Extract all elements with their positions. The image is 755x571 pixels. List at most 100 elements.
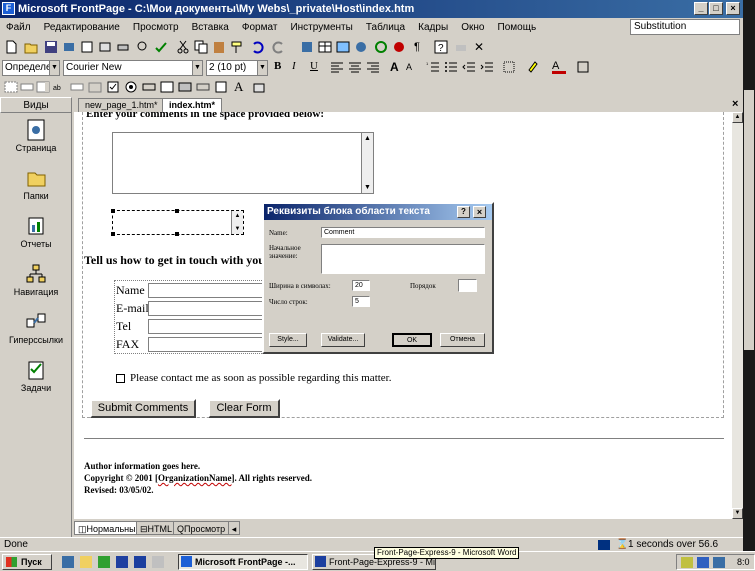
tab-new-page[interactable]: new_page_1.htm* — [78, 98, 165, 112]
label-icon[interactable]: ab — [52, 80, 66, 94]
align-center-icon[interactable] — [348, 60, 362, 74]
tab-html[interactable]: ⊟HTML — [136, 521, 177, 535]
word-quick-icon[interactable] — [134, 556, 146, 568]
style-button[interactable]: Style... — [269, 333, 307, 347]
print-icon[interactable] — [116, 40, 130, 54]
contact-checkbox[interactable] — [116, 374, 125, 383]
scroll-up-icon[interactable]: ▲ — [232, 211, 243, 221]
insert-picture-icon[interactable] — [336, 40, 350, 54]
scrollbar[interactable]: ▲ ▼ — [361, 133, 373, 193]
close-toolbar-icon[interactable]: ✕ — [474, 40, 488, 54]
scroll-down-icon[interactable]: ▼ — [362, 182, 373, 193]
menu-help[interactable]: Помощь — [498, 22, 537, 33]
picture-field-icon[interactable] — [160, 80, 174, 94]
show-all-icon[interactable]: ¶ — [414, 40, 428, 54]
spelling-icon[interactable] — [154, 40, 168, 54]
push-button-icon[interactable] — [142, 80, 156, 94]
close-document-icon[interactable]: × — [732, 98, 738, 110]
textbox-icon[interactable] — [20, 80, 34, 94]
scrolling-textbox-icon[interactable] — [36, 80, 50, 94]
tab-normal[interactable]: ◫Нормальный — [74, 521, 145, 535]
folder-list-icon[interactable] — [80, 40, 94, 54]
rows-field[interactable]: 5 — [352, 296, 370, 307]
menu-window[interactable]: Окно — [461, 22, 484, 33]
frontpage-quick-icon[interactable] — [116, 556, 128, 568]
menu-file[interactable]: Файл — [6, 22, 31, 33]
align-right-icon[interactable] — [366, 60, 380, 74]
comments-textarea[interactable]: ▲ ▼ — [112, 132, 374, 194]
format-painter-icon[interactable] — [230, 40, 244, 54]
tab-preview[interactable]: QПросмотр — [173, 521, 230, 535]
toolbar-extra-icon[interactable] — [454, 40, 468, 54]
new-page-icon[interactable] — [4, 40, 18, 54]
bold-icon[interactable]: B — [274, 60, 288, 74]
font-size-combo[interactable]: 2 (10 pt) ▼ — [206, 60, 268, 76]
scroll-down-icon[interactable]: ▼ — [232, 224, 243, 234]
style-combo[interactable]: Определени ▼ — [2, 60, 60, 76]
tray-icon[interactable] — [681, 557, 693, 568]
minimize-button[interactable]: _ — [694, 2, 708, 15]
image-field-icon[interactable] — [178, 80, 192, 94]
form-extra-icon[interactable] — [252, 80, 266, 94]
copy-icon[interactable] — [194, 40, 208, 54]
advanced-button-icon[interactable] — [196, 80, 210, 94]
order-field[interactable] — [458, 279, 477, 292]
menu-format[interactable]: Формат — [242, 22, 278, 33]
view-page[interactable]: Страница — [2, 117, 70, 167]
misc-quick-icon[interactable] — [152, 556, 164, 568]
cancel-button[interactable]: Отмена — [440, 333, 485, 347]
refresh-icon[interactable] — [374, 40, 388, 54]
border-icon[interactable] — [502, 60, 516, 74]
ie-icon[interactable] — [62, 556, 74, 568]
bulleted-list-icon[interactable] — [444, 60, 458, 74]
task-frontpage[interactable]: Microsoft FrontPage -... — [178, 554, 308, 570]
checkbox-icon[interactable] — [106, 80, 120, 94]
view-tasks[interactable]: Задачи — [2, 357, 70, 407]
substitution-combo[interactable]: Substitution — [630, 19, 740, 35]
insert-component-icon[interactable] — [300, 40, 314, 54]
tab-index[interactable]: index.htm* — [162, 98, 223, 112]
validate-button[interactable]: Validate... — [321, 333, 365, 347]
desktop-icon[interactable] — [80, 556, 92, 568]
increase-font-icon[interactable]: A — [390, 60, 404, 74]
maximize-button[interactable]: □ — [709, 2, 723, 15]
tab-scroll-left-icon[interactable]: ◂ — [228, 521, 240, 535]
publish-icon[interactable] — [62, 40, 76, 54]
open-folder-icon[interactable] — [24, 40, 38, 54]
view-folders[interactable]: Папки — [2, 165, 70, 215]
form-icon[interactable] — [4, 80, 18, 94]
increase-indent-icon[interactable] — [480, 60, 494, 74]
help-icon[interactable]: ? — [434, 40, 448, 54]
menu-tools[interactable]: Инструменты — [290, 22, 352, 33]
scrollbar[interactable]: ▲ ▼ — [231, 211, 243, 234]
highlight-icon[interactable] — [526, 60, 540, 74]
underline-icon[interactable]: U — [310, 60, 324, 74]
save-icon[interactable] — [44, 40, 58, 54]
stop-icon[interactable] — [392, 40, 406, 54]
navigation-icon[interactable] — [98, 40, 112, 54]
frontpage-app-icon[interactable]: F — [2, 2, 15, 15]
align-left-icon[interactable] — [330, 60, 344, 74]
clear-form-button[interactable]: Clear Form — [208, 399, 280, 418]
undo-icon[interactable] — [250, 40, 264, 54]
decrease-indent-icon[interactable] — [462, 60, 476, 74]
tray-icon[interactable] — [697, 557, 709, 568]
menu-frames[interactable]: Кадры — [418, 22, 448, 33]
menu-insert[interactable]: Вставка — [192, 22, 229, 33]
resize-handle[interactable] — [111, 232, 115, 236]
menu-table[interactable]: Таблица — [366, 22, 405, 33]
format-extra-icon[interactable] — [576, 60, 590, 74]
name-field[interactable]: Comment — [321, 227, 485, 238]
view-hyperlinks[interactable]: Гиперссылки — [2, 309, 70, 359]
paste-icon[interactable] — [212, 40, 226, 54]
font-color-icon[interactable]: A — [552, 60, 566, 74]
submit-comments-button[interactable]: Submit Comments — [90, 399, 196, 418]
scroll-up-icon[interactable]: ▲ — [732, 112, 743, 123]
scroll-down-icon[interactable]: ▼ — [732, 508, 743, 519]
cut-icon[interactable] — [176, 40, 190, 54]
italic-icon[interactable]: I — [292, 60, 306, 74]
resize-handle[interactable] — [175, 209, 179, 213]
page-scrollbar[interactable]: ▲ ▼ — [732, 112, 743, 519]
dialog-close-button[interactable]: × — [473, 206, 486, 218]
font-style-icon[interactable]: A — [234, 80, 248, 94]
